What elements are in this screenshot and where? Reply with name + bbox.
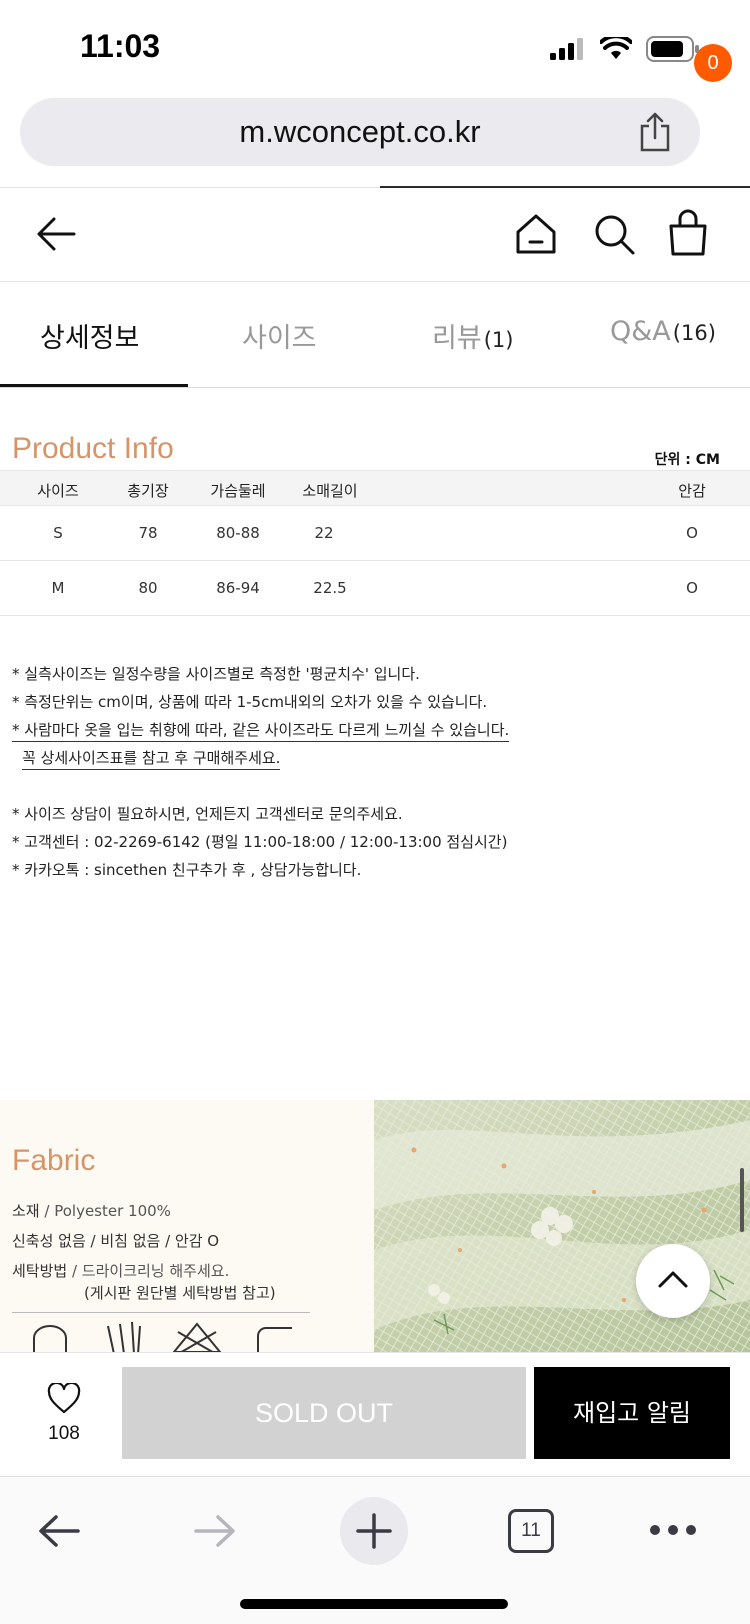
tab-qna[interactable]: Q&A(16) [610, 316, 716, 347]
dryclean-care-icon [172, 1322, 222, 1352]
app-header [0, 188, 750, 280]
column-header: 총기장 [127, 482, 169, 500]
browser-forward-icon[interactable] [192, 1511, 238, 1551]
back-arrow-icon[interactable] [34, 212, 78, 256]
signal-icon [550, 38, 583, 60]
status-time: 11:03 [80, 28, 161, 64]
browser-back-icon[interactable] [36, 1511, 82, 1551]
fabric-material: 소재 / Polyester 100% [12, 1200, 171, 1221]
like-count: 108 [48, 1423, 80, 1444]
tab-count: (1) [483, 328, 514, 352]
size-notes: * 실측사이즈는 일정수량을 사이즈별로 측정한 '평균치수' 입니다. * 측… [12, 660, 732, 884]
material-label: 소재 [12, 1202, 40, 1220]
table-cell: 80-88 [216, 524, 260, 542]
table-cell: 80 [138, 579, 158, 597]
column-header: 사이즈 [37, 482, 79, 500]
table-row: M 80 86-94 22.5 O [0, 561, 750, 616]
tab-detail-info[interactable]: 상세정보 [40, 316, 139, 355]
home-icon[interactable] [514, 212, 558, 256]
dot [650, 1525, 660, 1535]
wifi-icon [600, 37, 632, 59]
tab-label: 사이즈 [242, 323, 317, 354]
fabric-wash: 세탁방법 / 드라이크리닝 해주세요. [12, 1260, 229, 1281]
sold-out-button[interactable]: SOLD OUT [122, 1367, 526, 1459]
tab-label: Q&A [610, 316, 671, 347]
tab-size[interactable]: 사이즈 [242, 316, 317, 355]
table-cell: M [51, 579, 65, 597]
note-text: * 사이즈 상담이 필요하시면, 언제든지 고객센터로 문의주세요. [12, 805, 403, 823]
iron-care-icon [257, 1327, 292, 1352]
product-info-title: Product Info [12, 432, 174, 465]
fabric-title: Fabric [12, 1144, 96, 1177]
note-text: * 실측사이즈는 일정수량을 사이즈별로 측정한 '평균치수' 입니다. [12, 665, 420, 683]
like-button[interactable]: 108 [34, 1381, 94, 1445]
material-value: / Polyester 100% [44, 1202, 171, 1220]
table-cell: S [53, 524, 63, 542]
column-header: 안감 [678, 482, 706, 500]
browser-toolbar: 11 [0, 1476, 750, 1624]
scroll-to-top-button[interactable] [636, 1244, 710, 1318]
table-header: 사이즈 총기장 가슴둘레 소매길이 안감 [0, 470, 750, 506]
column-header: 가슴둘레 [210, 482, 266, 500]
table-cell: 86-94 [216, 579, 260, 597]
battery-icon [646, 36, 699, 62]
search-icon[interactable] [592, 212, 636, 256]
fabric-panel: Fabric 소재 / Polyester 100% 신축성 없음 / 비침 없… [0, 1100, 374, 1352]
url-bar[interactable]: m.wconcept.co.kr [20, 98, 700, 166]
product-tabs: 상세정보 사이즈 리뷰(1) Q&A(16) [0, 282, 750, 388]
heart-icon [47, 1381, 81, 1414]
purchase-action-bar: 108 SOLD OUT 재입고 알림 [0, 1352, 750, 1476]
wash-label: 세탁방법 [12, 1262, 68, 1280]
fabric-wash-note: (게시판 원단별 세탁방법 참고) [84, 1284, 276, 1302]
url-text: m.wconcept.co.kr [239, 114, 481, 149]
note-text: * 측정단위는 cm이며, 상품에 따라 1-5cm내외의 오차가 있을 수 있… [12, 693, 488, 711]
note-text: * 고객센터 : 02-2269-6142 (평일 11:00-18:00 / … [12, 833, 508, 851]
dot [668, 1525, 678, 1535]
more-icon[interactable] [650, 1525, 696, 1535]
new-tab-button[interactable] [340, 1497, 408, 1565]
table-cell: 22 [314, 524, 334, 542]
unit-label: 단위 : CM [654, 452, 720, 468]
note-underlined: * 사람마다 옷을 입는 취향에 따라, 같은 사이즈라도 다르게 느끼실 수 … [12, 721, 510, 742]
status-icons [550, 36, 700, 62]
table-cell: O [686, 524, 698, 542]
tab-count-button[interactable]: 11 [508, 1509, 554, 1553]
restock-alert-button[interactable]: 재입고 알림 [534, 1367, 730, 1459]
wash-value: / 드라이크리닝 해주세요. [71, 1262, 230, 1280]
table-cell: O [686, 579, 698, 597]
tab-review[interactable]: 리뷰(1) [432, 316, 513, 355]
cart-icon[interactable] [668, 208, 708, 258]
tab-count: (16) [672, 321, 716, 345]
bleach-care-icon [107, 1321, 141, 1352]
size-table: 사이즈 총기장 가슴둘레 소매길이 안감 S 78 80-88 22 O M 8… [0, 470, 750, 616]
chevron-up-icon [658, 1271, 688, 1288]
fabric-properties: 신축성 없음 / 비침 없음 / 안감 O [12, 1232, 220, 1250]
table-cell: 22.5 [313, 579, 347, 597]
cart-count-badge: 0 [694, 44, 732, 82]
divider [0, 387, 750, 388]
column-header: 소매길이 [302, 482, 358, 500]
note-text: * 카카오톡 : sincethen 친구추가 후 , 상담가능합니다. [12, 861, 362, 879]
home-indicator[interactable] [240, 1599, 508, 1609]
note-underlined: 꼭 상세사이즈표를 참고 후 구매해주세요. [22, 749, 281, 770]
wash-care-icon [33, 1325, 67, 1352]
note-text: 꼭 상세사이즈표를 참고 후 구매해주세요. [12, 744, 732, 772]
dot [686, 1525, 696, 1535]
status-bar: 11:03 [0, 0, 750, 96]
page-scrollbar[interactable] [740, 1168, 744, 1232]
note-text: * 사람마다 옷을 입는 취향에 따라, 같은 사이즈라도 다르게 느끼실 수 … [12, 716, 732, 744]
table-cell: 78 [138, 524, 158, 542]
table-row: S 78 80-88 22 O [0, 506, 750, 561]
divider [12, 1312, 310, 1313]
tab-label: 상세정보 [40, 323, 140, 354]
share-icon[interactable] [638, 112, 672, 152]
plus-icon [356, 1513, 392, 1549]
tab-label: 리뷰 [432, 323, 482, 354]
